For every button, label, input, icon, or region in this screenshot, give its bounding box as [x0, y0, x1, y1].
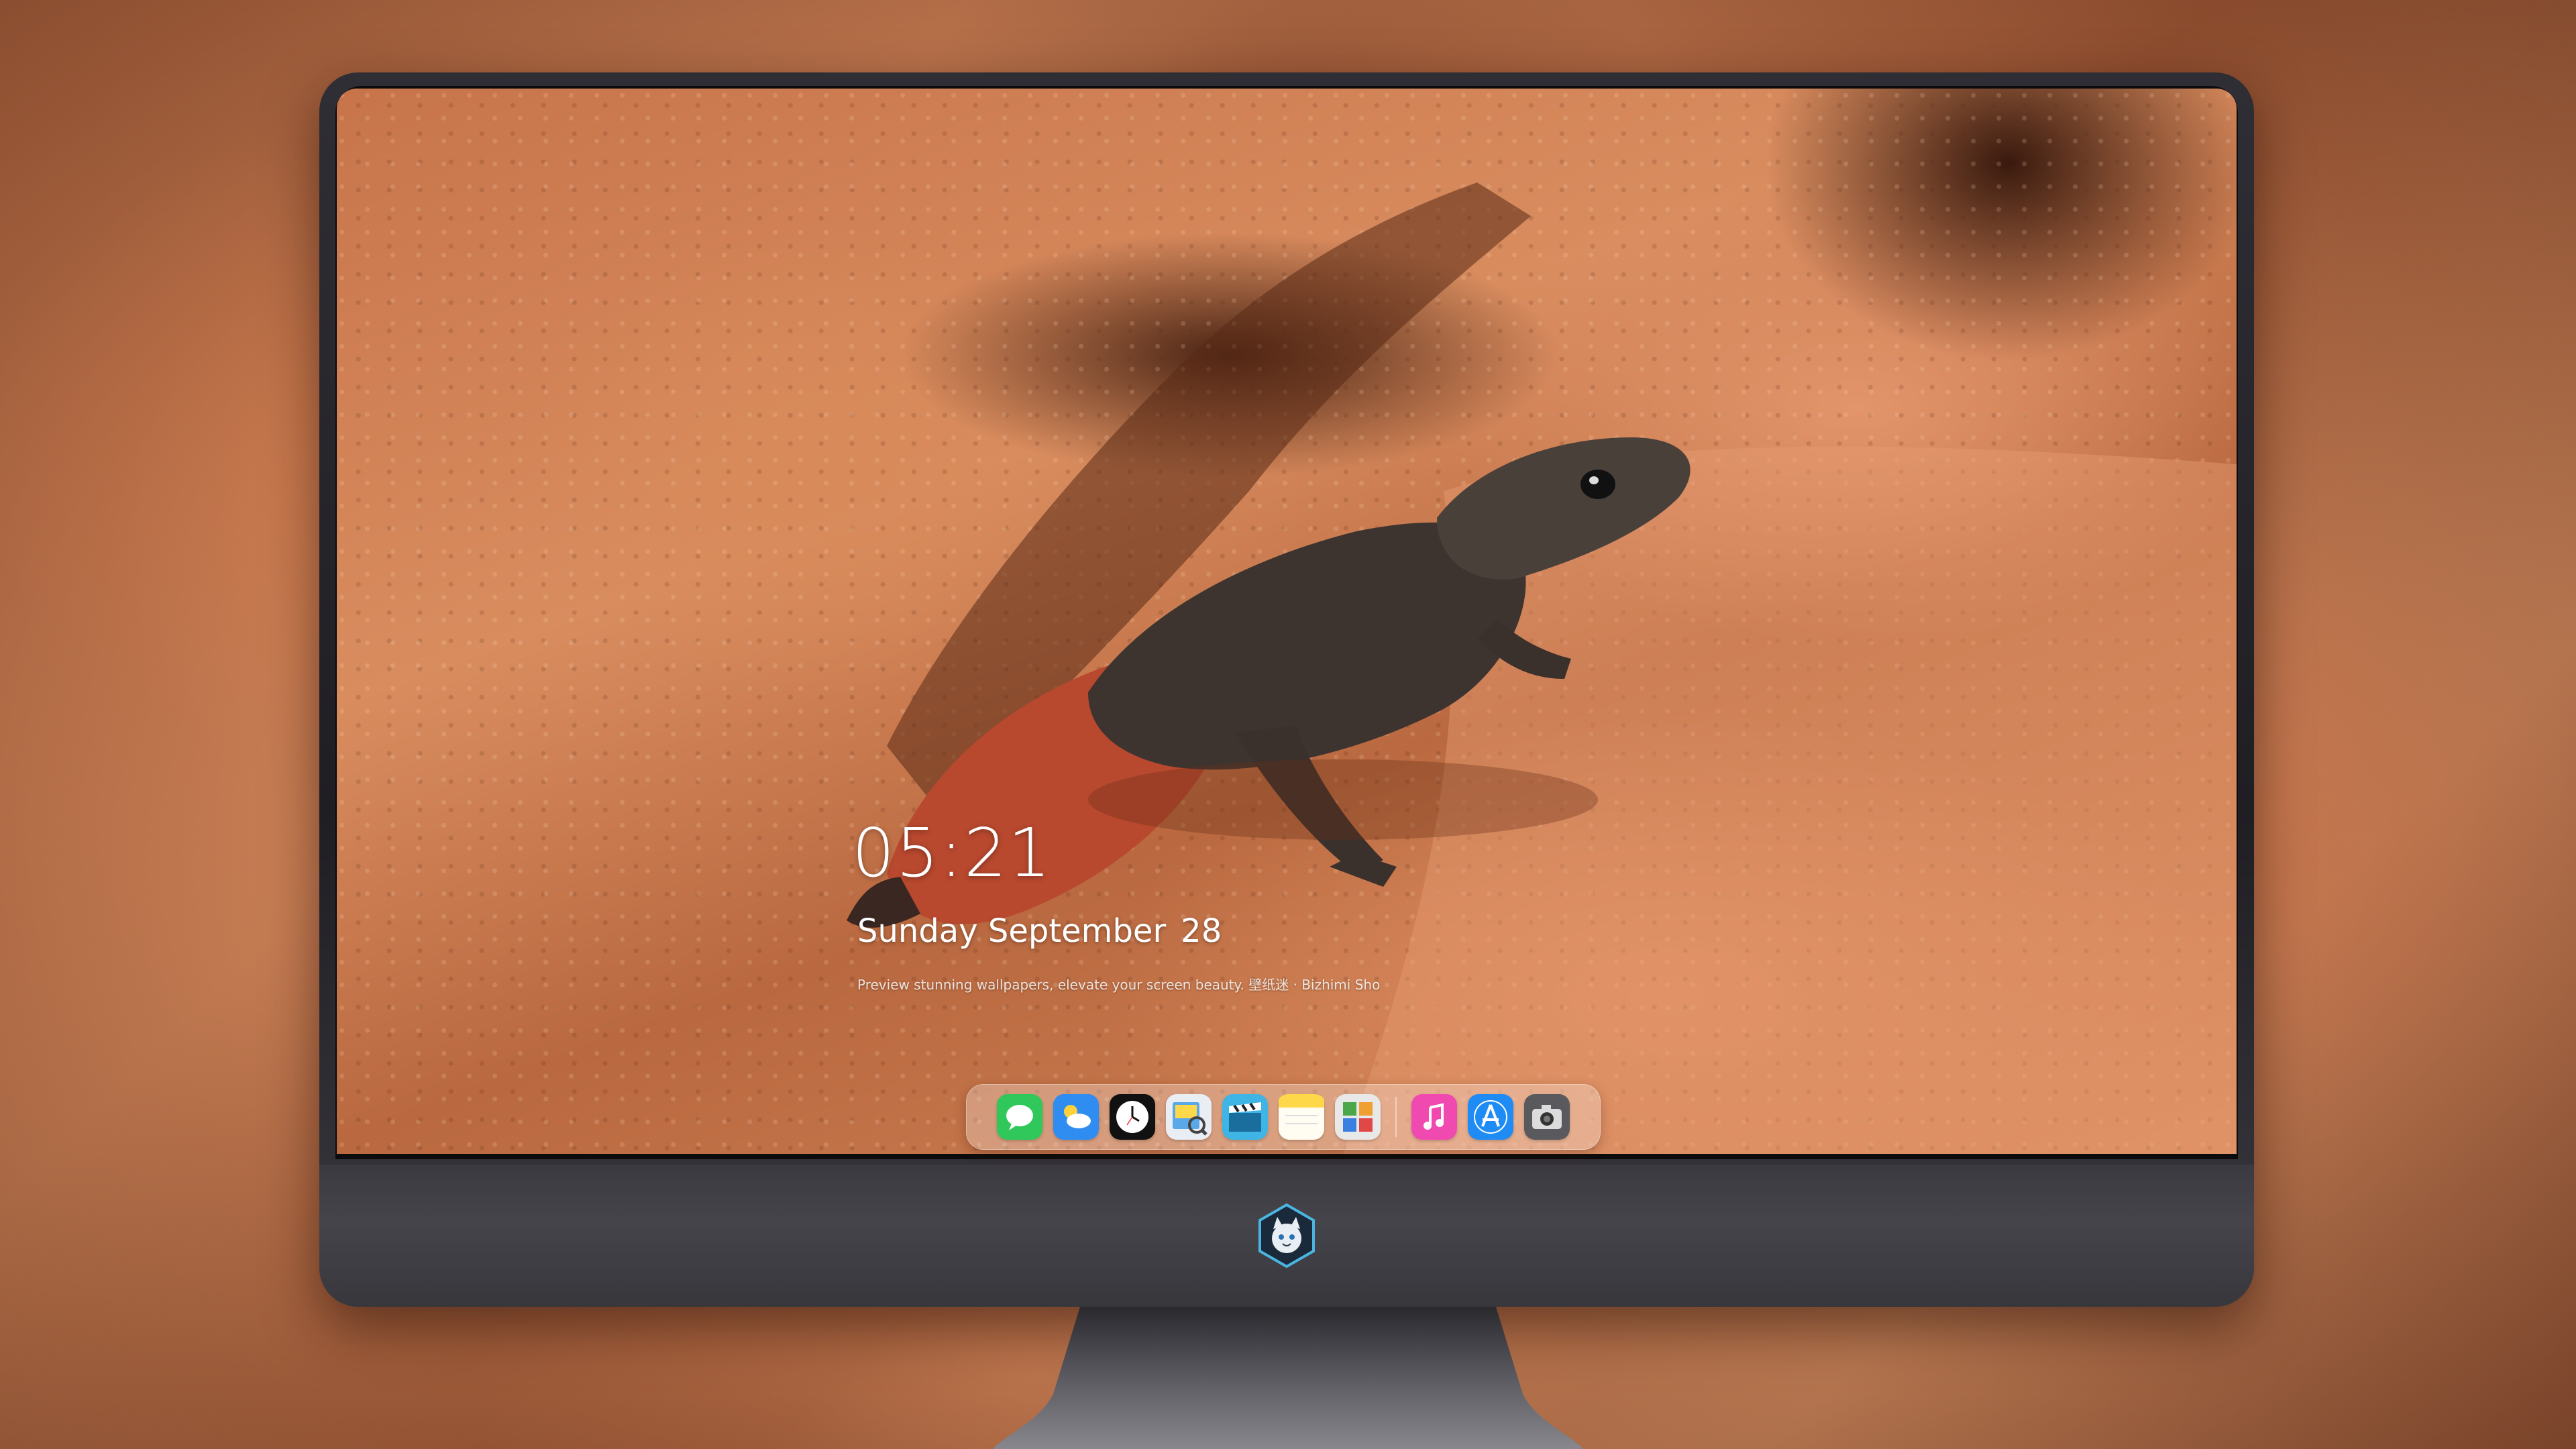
clapper-icon[interactable] — [1222, 1094, 1268, 1140]
appstore-icon[interactable] — [1468, 1094, 1513, 1140]
dock-separator — [1395, 1097, 1397, 1137]
notes-icon[interactable] — [1279, 1094, 1324, 1140]
weather-icon[interactable] — [1053, 1094, 1099, 1140]
music-icon[interactable] — [1411, 1094, 1457, 1140]
preview-icon[interactable] — [1166, 1094, 1212, 1140]
camera-icon[interactable] — [1524, 1094, 1570, 1140]
app-dock — [966, 1084, 1601, 1150]
fox-mascot-logo-icon — [1258, 1203, 1315, 1269]
desktop-screen: 05:21 Sunday September 28 Preview stunnin… — [337, 89, 2237, 1154]
photobooth-icon[interactable] — [1335, 1094, 1381, 1140]
lock-screen-time: 05:21 — [852, 814, 1053, 892]
messages-icon[interactable] — [997, 1094, 1042, 1140]
date-day-number: 28 — [1181, 912, 1222, 950]
date-weekday-month: Sunday September — [857, 912, 1167, 950]
wallpaper-caption: Preview stunning wallpapers, elevate you… — [857, 977, 1381, 993]
lock-screen-date: Sunday September 28 — [857, 915, 1222, 947]
clock-icon[interactable] — [1110, 1094, 1155, 1140]
lizard-wallpaper-image — [847, 182, 2237, 1154]
monitor-stand — [993, 1307, 1583, 1449]
